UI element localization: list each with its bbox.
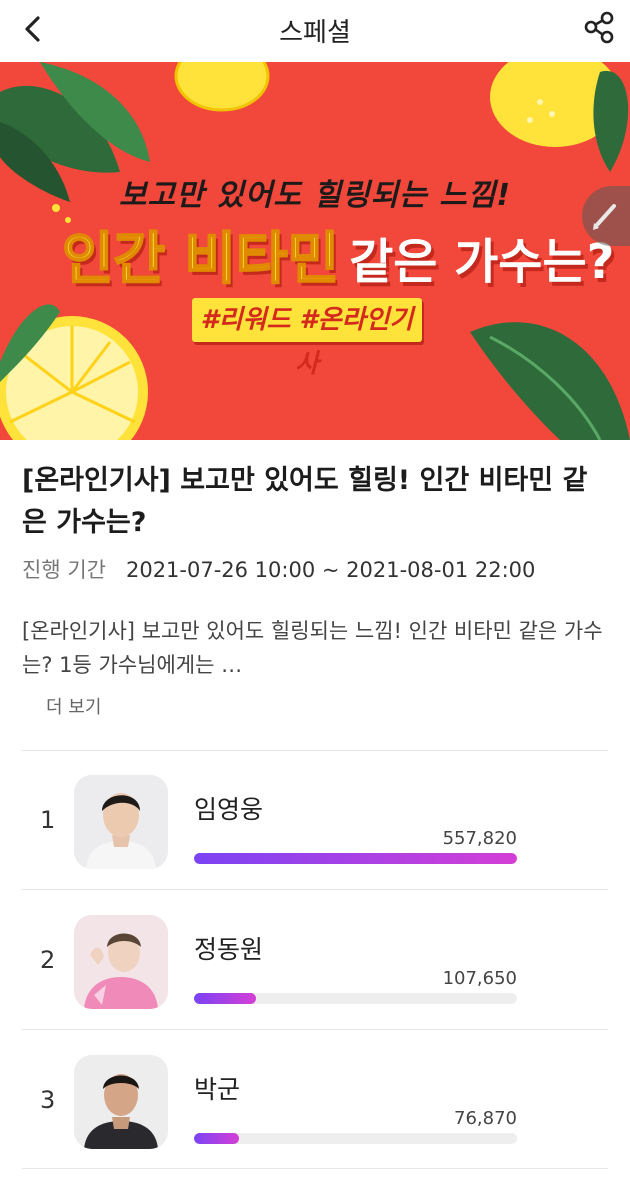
share-button[interactable]	[580, 8, 620, 48]
singer-name: 박군	[194, 1075, 241, 1104]
post-title: [온라인기사] 보고만 있어도 힐링! 인간 비타민 같은 가수는?	[22, 465, 588, 538]
vote-bar-track	[194, 993, 517, 1004]
banner-headline: 인간 비타민 같은 가수는?	[61, 214, 615, 295]
vote-bar-track	[194, 853, 517, 864]
banner-subtitle: 보고만 있어도 힐링되는 느낌!	[118, 178, 512, 213]
singer-avatar	[74, 915, 168, 1009]
banner-headline-highlight: 인간 비타민	[61, 226, 340, 293]
rank-number: 1	[40, 806, 56, 834]
more-button[interactable]: 더 보기	[46, 693, 101, 719]
divider	[22, 1029, 608, 1030]
ranking-item[interactable]: 3 박군 76,870	[22, 1050, 608, 1178]
vote-bar-fill	[194, 1133, 239, 1144]
divider	[22, 750, 608, 751]
divider	[22, 1168, 608, 1169]
event-period: 진행 기간 2021-07-26 10:00 ~ 2021-08-01 22:00	[22, 554, 535, 584]
pencil-icon	[593, 204, 616, 230]
app-header: 스페셜	[0, 0, 630, 62]
divider	[22, 889, 608, 890]
period-value: 2021-07-26 10:00 ~ 2021-08-01 22:00	[125, 558, 536, 582]
vote-count: 557,820	[442, 828, 517, 849]
singer-avatar	[74, 775, 168, 869]
vote-bar-track	[194, 1133, 517, 1144]
singer-name: 정동원	[194, 935, 264, 964]
period-label: 진행 기간	[22, 558, 106, 582]
page-title: 스페셜	[279, 18, 351, 48]
rank-number: 2	[40, 946, 56, 974]
rank-number: 3	[40, 1086, 56, 1114]
post-description: [온라인기사] 보고만 있어도 힐링되는 느낌! 인간 비타민 같은 가수는? …	[22, 619, 603, 677]
singer-avatar	[74, 1055, 168, 1149]
edit-button[interactable]	[582, 186, 630, 246]
vote-count: 76,870	[454, 1108, 517, 1129]
vote-bar-fill	[194, 993, 257, 1004]
vote-bar-fill	[194, 853, 517, 864]
banner-hashtags: #리워드 #온라인기사	[192, 298, 422, 379]
banner-headline-rest: 같은 가수는?	[349, 234, 615, 290]
vote-count: 107,650	[442, 968, 517, 989]
share-icon	[584, 11, 614, 44]
singer-name: 임영웅	[194, 795, 264, 824]
event-banner[interactable]: 보고만 있어도 힐링되는 느낌! 인간 비타민 같은 가수는? #리워드 #온라인…	[0, 62, 630, 440]
